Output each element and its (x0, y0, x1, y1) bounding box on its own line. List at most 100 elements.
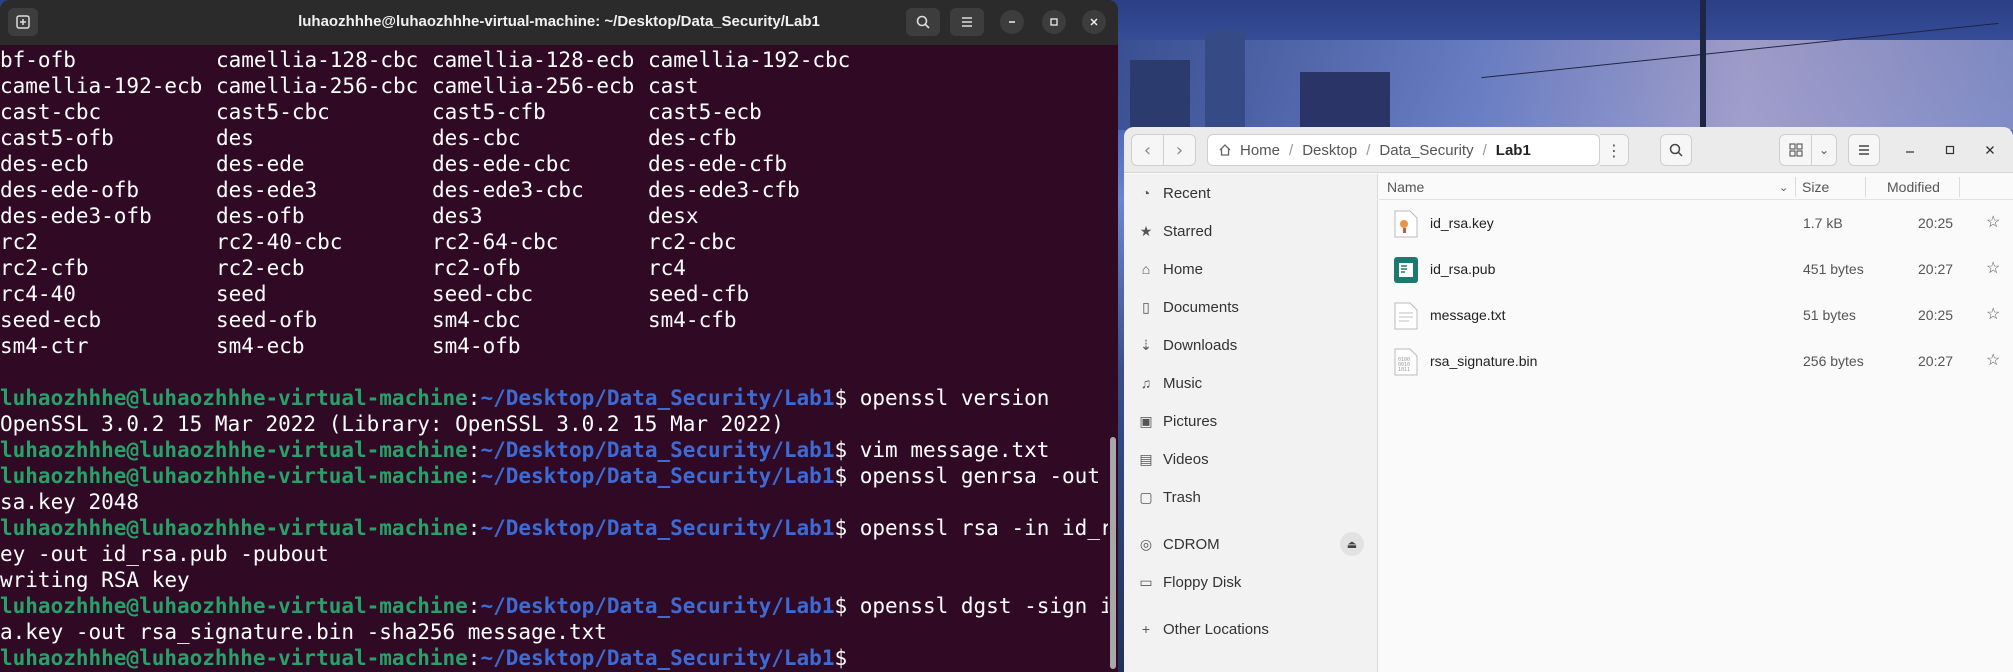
file-name: id_rsa.pub (1430, 261, 1496, 277)
cipher-name: cast5-cbc (216, 100, 330, 124)
files-search-button[interactable] (1660, 134, 1692, 166)
binary-file-icon: 010000101011 (1394, 348, 1418, 376)
file-row[interactable]: id_rsa.key 1.7 kB 20:25 ☆ (1379, 200, 2013, 246)
cipher-name: rc2-40-cbc (216, 230, 343, 254)
sidebar-item-starred[interactable]: ★ Starred (1124, 212, 1378, 250)
sidebar-item-label: Trash (1163, 488, 1201, 506)
sidebar-item-documents[interactable]: ▯ Documents (1124, 288, 1378, 326)
terminal-line: luhaozhhhe@luhaozhhhe-virtual-machine:~/… (0, 593, 1118, 619)
path-menu-button[interactable]: ⋮ (1600, 134, 1629, 166)
sidebar-item-home[interactable]: ⌂ Home (1124, 250, 1378, 288)
back-button[interactable]: ‹ (1131, 134, 1164, 166)
grid-icon (1789, 143, 1802, 157)
terminal-line: luhaozhhhe@luhaozhhhe-virtual-machine:~/… (0, 463, 1118, 489)
sidebar-item-pictures[interactable]: ▣ Pictures (1124, 402, 1378, 440)
files-menu-button[interactable] (1848, 134, 1880, 166)
breadcrumb-home[interactable]: Home (1234, 142, 1286, 159)
wallpaper-building (1130, 60, 1190, 130)
text-file-icon (1394, 302, 1418, 330)
minimize-icon (1009, 21, 1015, 23)
publisher-file-icon (1394, 257, 1418, 283)
terminal-wrap-line: a.key -out rsa_signature.bin -sha256 mes… (0, 620, 607, 644)
chevron-right-icon: › (1175, 139, 1184, 161)
picture-icon: ▣ (1139, 412, 1153, 429)
sidebar-item-other-locations[interactable]: + Other Locations (1124, 610, 1378, 648)
cipher-name: seed-ecb (0, 308, 102, 332)
chevron-down-icon: ⌄ (1779, 182, 1789, 194)
terminal-output-line: writing RSA key (0, 568, 190, 592)
prompt-path: ~/Desktop/Data_Security/Lab1 (480, 464, 835, 488)
maximize-button[interactable] (1939, 139, 1961, 161)
command-text: $ openssl genrsa -out id_r (834, 464, 1118, 488)
minimize-icon (1906, 151, 1914, 153)
star-icon[interactable]: ☆ (1986, 350, 2000, 370)
cipher-name: sm4-ecb (216, 334, 305, 358)
disc-icon: ◎ (1139, 535, 1153, 552)
close-button[interactable] (1979, 139, 2001, 161)
scrollbar-thumb[interactable] (1110, 437, 1116, 669)
file-size: 256 bytes (1803, 353, 1864, 369)
star-icon[interactable]: ☆ (1986, 304, 2000, 324)
minimize-button[interactable] (1899, 139, 1921, 161)
files-header-bar: ‹ › Home / Desktop / Data_Security / Lab… (1124, 127, 2013, 173)
wallpaper-pole (1700, 0, 1706, 130)
star-icon[interactable]: ☆ (1986, 258, 2000, 278)
cipher-name: des-ede3 (216, 178, 318, 202)
cipher-name: sm4-ctr (0, 334, 89, 358)
star-icon[interactable]: ☆ (1986, 212, 2000, 232)
view-options-button[interactable]: ⌄ (1811, 134, 1837, 166)
terminal-output[interactable]: bf-ofb camellia-128-cbc camellia-128-ecb ca… (0, 47, 1118, 672)
cipher-name: sm4-cfb (648, 308, 737, 332)
terminal-menu-button[interactable] (950, 8, 984, 36)
sidebar-item-cdrom[interactable]: ◎ CDROM ⏏ (1124, 525, 1378, 563)
cipher-name: seed-cfb (648, 282, 750, 306)
cipher-name: cast5-ecb (648, 100, 762, 124)
maximize-icon (1945, 145, 1955, 155)
sidebar-item-recent[interactable]: ◔ Recent (1124, 174, 1378, 212)
column-modified[interactable]: Modified (1887, 179, 1940, 195)
close-button[interactable] (1082, 10, 1106, 34)
sidebar-item-downloads[interactable]: ⇣ Downloads (1124, 326, 1378, 364)
cipher-name: seed-ofb (216, 308, 318, 332)
cipher-name: rc4 (648, 256, 686, 280)
chevron-down-icon: ⌄ (1818, 143, 1830, 157)
sidebar-item-videos[interactable]: ▤ Videos (1124, 440, 1378, 478)
breadcrumb-desktop[interactable]: Desktop (1296, 142, 1363, 159)
prompt-user: luhaozhhhe@luhaozhhhe-virtual-machine (0, 464, 468, 488)
terminal-scrollbar[interactable] (1108, 45, 1118, 672)
file-row[interactable]: message.txt 51 bytes 20:25 ☆ (1379, 292, 2013, 338)
files-sidebar: ◔ Recent ★ Starred ⌂ Home ▯ Documents ⇣ Downl… (1124, 174, 1378, 672)
grid-view-button[interactable] (1779, 134, 1812, 166)
terminal-line: luhaozhhhe@luhaozhhhe-virtual-machine:~/… (0, 386, 1050, 410)
file-size: 1.7 kB (1803, 215, 1843, 231)
file-size: 51 bytes (1803, 307, 1856, 323)
wallpaper-skyline (1118, 40, 2013, 130)
file-row[interactable]: id_rsa.pub 451 bytes 20:27 ☆ (1379, 246, 2013, 292)
sidebar-item-label: Music (1163, 374, 1203, 392)
command-text: $ (834, 646, 848, 670)
eject-icon[interactable]: ⏏ (1340, 532, 1364, 556)
sidebar-item-floppy-disk[interactable]: ▭ Floppy Disk (1124, 563, 1378, 601)
sidebar-item-music[interactable]: ♫ Music (1124, 364, 1378, 402)
cipher-name: des-ofb (216, 204, 305, 228)
breadcrumb-separator: / (1366, 141, 1371, 159)
file-row[interactable]: 0100 0010 1011 rsa_signature.bin 256 bytes… (1379, 338, 2013, 384)
terminal-search-button[interactable] (906, 8, 940, 36)
breadcrumb-data-security[interactable]: Data_Security (1373, 142, 1479, 159)
terminal-window[interactable]: luhaozhhhe@luhaozhhhe-virtual-machine: ~… (0, 0, 1118, 672)
sidebar-item-trash[interactable]: ▢ Trash (1124, 478, 1378, 516)
cipher-name: cast-cbc (0, 100, 102, 124)
forward-button[interactable]: › (1163, 134, 1196, 166)
maximize-button[interactable] (1042, 10, 1066, 34)
cipher-name: camellia-192-ecb (0, 74, 203, 98)
column-name[interactable]: Name (1387, 179, 1424, 195)
cipher-name: bf-ofb (0, 48, 76, 72)
breadcrumb-lab1[interactable]: Lab1 (1490, 142, 1537, 159)
breadcrumb[interactable]: Home / Desktop / Data_Security / Lab1 (1207, 134, 1600, 166)
minimize-button[interactable] (1000, 10, 1024, 34)
terminal-line: luhaozhhhe@luhaozhhhe-virtual-machine:~/… (0, 515, 1118, 541)
cipher-name: des-ede (216, 152, 305, 176)
column-size[interactable]: Size (1802, 179, 1829, 195)
files-window[interactable]: ‹ › Home / Desktop / Data_Security / Lab… (1124, 127, 2013, 672)
document-icon: ▯ (1142, 298, 1150, 315)
